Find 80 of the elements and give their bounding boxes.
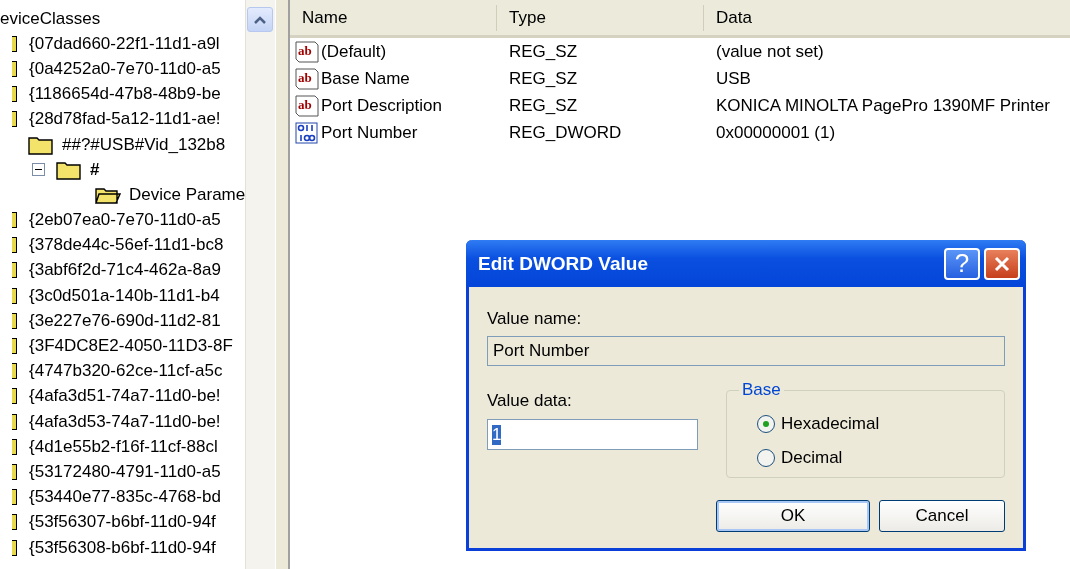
folder-icon — [12, 287, 17, 304]
radio-label[interactable]: Decimal — [781, 448, 843, 468]
close-icon — [993, 254, 1011, 273]
tree-item[interactable]: {378de44c-56ef-11d1-bc8 — [29, 235, 224, 256]
folder-icon — [12, 413, 17, 430]
pane-splitter[interactable] — [275, 0, 290, 569]
folder-icon — [12, 35, 17, 52]
folder-icon — [12, 111, 17, 128]
tree-item[interactable]: {4afa3d51-74a7-11d0-be! — [29, 386, 221, 407]
folder-icon — [56, 159, 82, 180]
folder-icon — [12, 237, 17, 254]
tree-item[interactable]: {4afa3d53-74a7-11d0-be! — [29, 411, 221, 432]
tree-item[interactable]: {3F4DC8E2-4050-11D3-8F — [29, 336, 233, 357]
tree-item[interactable]: {2eb07ea0-7e70-11d0-a5 — [29, 210, 221, 231]
tree-item[interactable]: eviceClasses — [0, 8, 101, 29]
tree-item[interactable]: {28d78fad-5a12-11d1-ae! — [29, 109, 221, 130]
tree-item[interactable]: {0a4252a0-7e70-11d0-a5 — [29, 58, 221, 79]
folder-icon — [12, 463, 17, 480]
value-data: 0x00000001 (1) — [715, 122, 837, 143]
tree-item[interactable]: ##?#USB#Vid_132b8 — [62, 134, 226, 155]
dialog-title: Edit DWORD Value — [478, 252, 649, 275]
folder-icon — [12, 60, 17, 77]
value-name[interactable]: Port Description — [321, 95, 442, 116]
scrollbar[interactable] — [245, 0, 275, 569]
string-value-icon: ab — [295, 67, 319, 90]
folder-icon — [12, 539, 17, 556]
scroll-up-button[interactable] — [247, 7, 273, 32]
string-value-icon: ab — [295, 40, 319, 63]
value-type: REG_DWORD — [508, 122, 623, 143]
column-header[interactable]: Name — [290, 4, 497, 31]
value-name[interactable]: Base Name — [321, 68, 410, 89]
tree-item[interactable]: {53f56307-b6bf-11d0-94f — [29, 512, 216, 533]
tree-item[interactable]: {3abf6f2d-71c4-462a-8a9 — [29, 260, 221, 281]
tree-item[interactable]: {4d1e55b2-f16f-11cf-88cl — [29, 436, 218, 457]
folder-icon — [12, 514, 17, 531]
tree-item[interactable]: {1186654d-47b8-48b9-be — [29, 84, 221, 105]
caret-up-icon — [253, 14, 267, 25]
folder-icon — [12, 388, 17, 405]
tree-item[interactable]: {4747b320-62ce-11cf-a5c — [29, 361, 223, 382]
string-value-icon: ab — [295, 94, 319, 117]
folder-icon — [12, 363, 17, 380]
tree-item[interactable]: {53f56308-b6bf-11d0-94f — [29, 537, 216, 558]
value-data: KONICA MINOLTA PagePro 1390MF Printer — [715, 95, 1051, 116]
binary-value-icon — [295, 121, 319, 144]
value-data: USB — [715, 68, 752, 89]
collapse-icon[interactable] — [32, 163, 45, 177]
value-name[interactable]: Port Number — [321, 122, 418, 143]
folder-icon — [12, 338, 17, 355]
cancel-button[interactable]: Cancel — [879, 500, 1005, 532]
folder-icon — [12, 438, 17, 455]
help-button[interactable]: ? — [944, 247, 980, 280]
tree-item[interactable]: Device Parame — [129, 184, 245, 205]
tree-item[interactable]: {07dad660-22f1-11d1-a9l — [29, 33, 220, 54]
tree-item[interactable]: {53172480-4791-11d0-a5 — [29, 461, 221, 482]
value-type: REG_SZ — [508, 41, 579, 62]
tree-item[interactable]: {53440e77-835c-4768-bd — [29, 487, 221, 508]
radio-button[interactable] — [757, 415, 775, 433]
value-data-field[interactable]: 1 — [487, 419, 698, 450]
folder-icon — [12, 489, 17, 506]
value-data: (value not set) — [715, 41, 825, 62]
close-button[interactable] — [984, 247, 1020, 280]
folder-icon — [12, 312, 17, 329]
folder-icon — [28, 134, 54, 155]
field-label: Value data: — [487, 391, 573, 411]
ok-button[interactable]: OK — [716, 500, 870, 532]
value-type: REG_SZ — [508, 95, 579, 116]
value-name-field[interactable]: Port Number — [487, 336, 1005, 366]
folder-icon — [12, 262, 17, 279]
column-header[interactable]: Data — [704, 4, 1070, 31]
field-label: Value name: — [487, 309, 583, 329]
value-type: REG_SZ — [508, 68, 579, 89]
tree-item[interactable]: {3c0d501a-140b-11d1-b4 — [29, 285, 220, 306]
radio-label[interactable]: Hexadecimal — [781, 414, 880, 434]
tree-item[interactable]: # — [90, 159, 100, 180]
radio-button[interactable] — [757, 449, 775, 467]
tree-item[interactable]: {3e227e76-690d-11d2-81 — [29, 310, 221, 331]
value-name[interactable]: (Default) — [321, 41, 387, 62]
folder-icon — [12, 212, 17, 229]
folder-icon — [12, 86, 17, 103]
column-header[interactable]: Type — [497, 4, 704, 31]
